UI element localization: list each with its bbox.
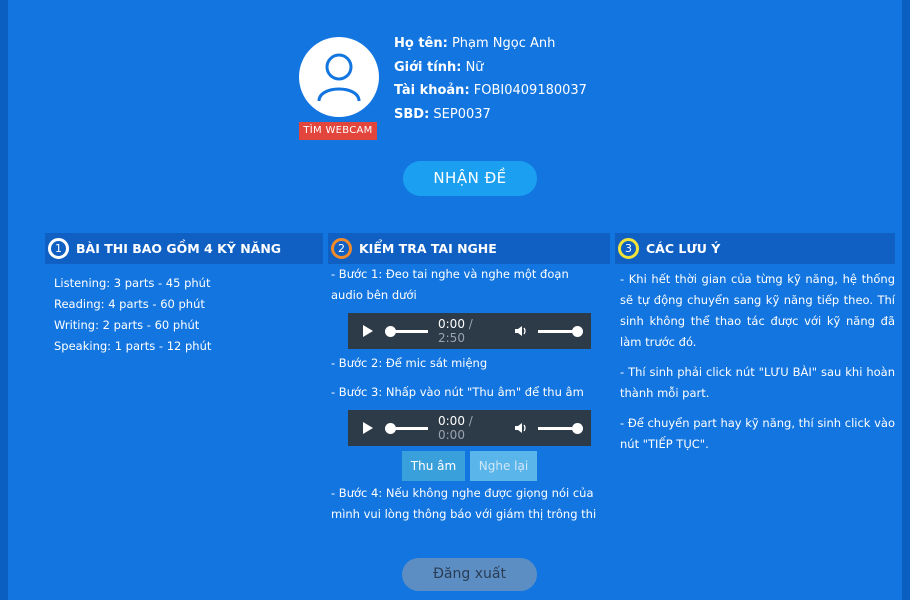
play-icon[interactable] — [363, 422, 373, 434]
volume-icon[interactable] — [514, 324, 528, 338]
avatar — [299, 37, 379, 117]
progress-knob[interactable] — [385, 325, 396, 337]
note-item: - Để chuyển part hay kỹ năng, thí sinh c… — [620, 416, 895, 451]
section-number-2: 2 — [331, 238, 352, 259]
gender-row: Giới tính: Nữ — [394, 56, 587, 80]
progress-slider[interactable] — [385, 422, 428, 434]
duration: 0:00 — [438, 428, 465, 442]
duration: 2:50 — [438, 331, 465, 345]
time-display: 0:00 / 2:50 — [438, 317, 500, 345]
section-title-notes: CÁC LƯU Ý — [646, 241, 721, 256]
current-time: 0:00 — [438, 414, 465, 428]
volume-slider[interactable] — [538, 325, 583, 337]
sbd-value: SEP0037 — [433, 106, 491, 122]
step-1-text: - Bước 1: Đeo tai nghe và nghe một đoạn … — [331, 267, 569, 302]
time-separator: / — [464, 317, 473, 331]
skill-item: Listening: 3 parts - 45 phút — [54, 276, 211, 290]
headphone-step-2: - Bước 2: Để mic sát miệng — [331, 353, 487, 374]
sbd-row: SBD: SEP0037 — [394, 103, 587, 127]
skill-item: Writing: 2 parts - 60 phút — [54, 318, 200, 332]
gender-value: Nữ — [465, 59, 484, 75]
note-item: - Khi hết thời gian của từng kỹ năng, hệ… — [620, 272, 895, 349]
section-header-skills: 1 BÀI THI BAO GỒM 4 KỸ NĂNG — [45, 233, 323, 264]
audio-player-recording[interactable]: 0:00 / 0:00 — [348, 410, 591, 446]
replay-button[interactable]: Nghe lại — [470, 451, 537, 481]
sbd-label: SBD: — [394, 106, 430, 122]
logout-button[interactable]: Đăng xuất — [402, 558, 537, 591]
record-button[interactable]: Thu âm — [402, 451, 465, 481]
progress-slider[interactable] — [385, 325, 428, 337]
volume-knob[interactable] — [572, 325, 583, 337]
volume-knob[interactable] — [572, 422, 583, 434]
notes-list: - Khi hết thời gian của từng kỹ năng, hệ… — [620, 269, 895, 464]
gender-label: Giới tính: — [394, 59, 462, 75]
receive-exam-button[interactable]: NHẬN ĐỀ — [403, 161, 537, 196]
progress-knob[interactable] — [385, 422, 396, 434]
left-edge — [0, 0, 8, 600]
section-number-3: 3 — [618, 238, 639, 259]
note-item: - Thí sinh phải click nút "LƯU BÀI" sau … — [620, 365, 895, 400]
account-label: Tài khoản: — [394, 83, 470, 98]
current-time: 0:00 — [438, 317, 465, 331]
section-header-headphones: 2 KIỂM TRA TAI NGHE — [328, 233, 610, 264]
volume-slider[interactable] — [538, 422, 583, 434]
audio-player-sample[interactable]: 0:00 / 2:50 — [348, 313, 591, 349]
find-webcam-button[interactable]: TÌM WEBCAM — [299, 122, 377, 140]
section-header-notes: 3 CÁC LƯU Ý — [615, 233, 895, 264]
user-icon — [317, 53, 361, 102]
name-row: Họ tên: Phạm Ngọc Anh — [394, 32, 587, 56]
play-icon[interactable] — [363, 325, 373, 337]
skills-list: Listening: 3 parts - 45 phút Reading: 4 … — [54, 273, 211, 357]
account-row: Tài khoản: FOBI0409180037 — [394, 79, 587, 103]
headphone-step-4: - Bước 4: Nếu không nghe được giọng nói … — [331, 483, 601, 525]
step-4-text: - Bước 4: Nếu không nghe được giọng nói … — [331, 486, 597, 521]
skill-item: Reading: 4 parts - 60 phút — [54, 297, 205, 311]
time-separator: / — [464, 414, 473, 428]
account-value: FOBI0409180037 — [473, 83, 587, 98]
step-2-text: - Bước 2: Để mic sát miệng — [331, 356, 488, 370]
section-number-1: 1 — [48, 238, 69, 259]
time-display: 0:00 / 0:00 — [438, 414, 500, 442]
profile-info: Họ tên: Phạm Ngọc Anh Giới tính: Nữ Tài … — [394, 32, 587, 126]
volume-icon[interactable] — [514, 421, 528, 435]
skill-item: Speaking: 1 parts - 12 phút — [54, 339, 212, 353]
step-3-text: - Bước 3: Nhấp vào nút "Thu âm" để thu â… — [331, 385, 584, 399]
name-value: Phạm Ngọc Anh — [451, 36, 556, 51]
section-title-headphones: KIỂM TRA TAI NGHE — [359, 241, 497, 256]
section-title-skills: BÀI THI BAO GỒM 4 KỸ NĂNG — [76, 241, 282, 256]
right-edge — [902, 0, 910, 600]
headphone-step-1: - Bước 1: Đeo tai nghe và nghe một đoạn … — [331, 264, 601, 306]
name-label: Họ tên: — [394, 36, 448, 51]
headphone-step-3: - Bước 3: Nhấp vào nút "Thu âm" để thu â… — [331, 382, 584, 403]
